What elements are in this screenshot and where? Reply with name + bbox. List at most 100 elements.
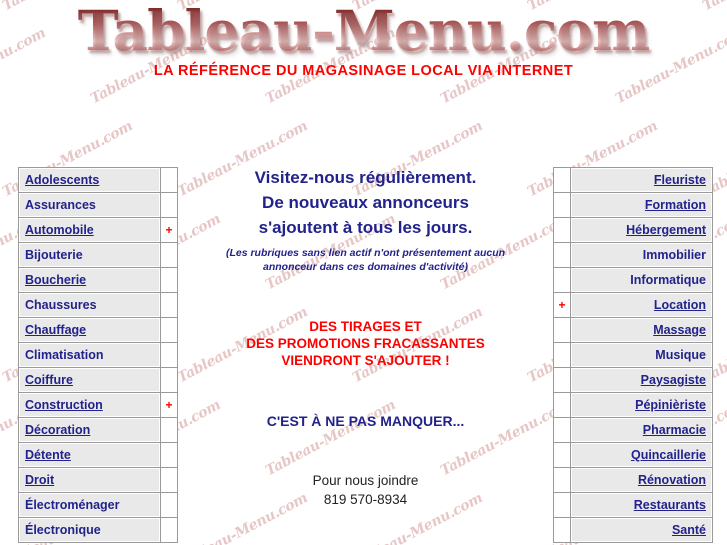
- sub-category-expand-marker: [161, 368, 177, 392]
- main-layout: Adolescents Assurances Automobile + Bijouter…: [0, 167, 727, 543]
- menu-item-label[interactable]: Paysagiste: [641, 373, 706, 387]
- sub-category-expand-marker[interactable]: +: [554, 293, 570, 317]
- menu-item-label[interactable]: Santé: [672, 523, 706, 537]
- menu-item-label[interactable]: Quincaillerie: [631, 448, 706, 462]
- menu-row: Chaussures: [19, 293, 177, 317]
- menu-item-label: Assurances: [25, 198, 96, 212]
- headline-line-1: Visitez-nous régulièrement.: [254, 168, 477, 187]
- sub-category-expand-marker: [554, 468, 570, 492]
- promo-line-3: VIENDRONT S'AJOUTER !: [281, 353, 450, 368]
- menu-item-label[interactable]: Adolescents: [25, 173, 99, 187]
- sub-category-expand-marker: [161, 268, 177, 292]
- menu-item-boucherie[interactable]: Boucherie: [19, 268, 160, 292]
- promo-line-2: DES PROMOTIONS FRACASSANTES: [246, 336, 485, 351]
- menu-item-label[interactable]: Massage: [653, 323, 706, 337]
- menu-item-label[interactable]: Détente: [25, 448, 71, 462]
- menu-row: Assurances: [19, 193, 177, 217]
- left-category-menu: Adolescents Assurances Automobile + Bijouter…: [18, 167, 178, 543]
- sub-category-expand-marker: [161, 418, 177, 442]
- menu-row: Fleuriste: [554, 168, 712, 192]
- menu-item-detente[interactable]: Détente: [19, 443, 160, 467]
- sub-category-expand-marker: [161, 343, 177, 367]
- menu-row: Pharmacie: [554, 418, 712, 442]
- menu-item-restaurants[interactable]: Restaurants: [571, 493, 712, 517]
- menu-row: Hébergement: [554, 218, 712, 242]
- menu-item-droit[interactable]: Droit: [19, 468, 160, 492]
- menu-row: Détente: [19, 443, 177, 467]
- contact-phone: 819 570-8934: [323, 492, 408, 507]
- menu-item-label[interactable]: Pharmacie: [643, 423, 706, 437]
- menu-item-massage[interactable]: Massage: [571, 318, 712, 342]
- sub-category-expand-marker: [161, 318, 177, 342]
- menu-item-adolescents[interactable]: Adolescents: [19, 168, 160, 192]
- sub-category-expand-marker: [161, 243, 177, 267]
- promo-line-1: DES TIRAGES ET: [309, 319, 422, 334]
- menu-row: Chauffage: [19, 318, 177, 342]
- menu-item-coiffure[interactable]: Coiffure: [19, 368, 160, 392]
- menu-row: Quincaillerie: [554, 443, 712, 467]
- menu-item-label[interactable]: Droit: [25, 473, 54, 487]
- menu-item-label: Informatique: [630, 273, 706, 287]
- sub-category-expand-marker: [554, 368, 570, 392]
- menu-item-chauffage[interactable]: Chauffage: [19, 318, 160, 342]
- sub-category-expand-marker: [161, 443, 177, 467]
- tagline-text: C'EST À NE PAS MANQUER...: [266, 413, 465, 429]
- menu-item-label: Musique: [655, 348, 706, 362]
- menu-item-label[interactable]: Chauffage: [25, 323, 86, 337]
- menu-item-label[interactable]: Restaurants: [634, 498, 706, 512]
- menu-item-decoration[interactable]: Décoration: [19, 418, 160, 442]
- menu-item-sante[interactable]: Santé: [571, 518, 712, 542]
- menu-row: Immobilier: [554, 243, 712, 267]
- menu-item-chaussures: Chaussures: [19, 293, 160, 317]
- menu-item-immobilier: Immobilier: [571, 243, 712, 267]
- sub-category-expand-marker: [554, 343, 570, 367]
- menu-item-bijouterie: Bijouterie: [19, 243, 160, 267]
- sub-category-expand-marker: [161, 293, 177, 317]
- menu-item-label[interactable]: Pépinièriste: [635, 398, 706, 412]
- menu-item-construction[interactable]: Construction: [19, 393, 160, 417]
- menu-row: Coiffure: [19, 368, 177, 392]
- menu-item-location[interactable]: Location: [571, 293, 712, 317]
- menu-item-formation[interactable]: Formation: [571, 193, 712, 217]
- menu-row: Décoration: [19, 418, 177, 442]
- menu-item-label[interactable]: Rénovation: [638, 473, 706, 487]
- menu-row: Rénovation: [554, 468, 712, 492]
- menu-item-label[interactable]: Coiffure: [25, 373, 73, 387]
- menu-item-automobile[interactable]: Automobile: [19, 218, 160, 242]
- menu-item-label[interactable]: Fleuriste: [654, 173, 706, 187]
- menu-row: Droit: [19, 468, 177, 492]
- menu-item-label[interactable]: Location: [654, 298, 706, 312]
- menu-item-paysagiste[interactable]: Paysagiste: [571, 368, 712, 392]
- menu-item-renovation[interactable]: Rénovation: [571, 468, 712, 492]
- sub-category-expand-marker[interactable]: +: [161, 218, 177, 242]
- menu-item-pharmacie[interactable]: Pharmacie: [571, 418, 712, 442]
- menu-row: Boucherie: [19, 268, 177, 292]
- menu-row: Santé: [554, 518, 712, 542]
- menu-item-electromenager: Électroménager: [19, 493, 160, 517]
- menu-item-label[interactable]: Automobile: [25, 223, 94, 237]
- menu-row: Climatisation: [19, 343, 177, 367]
- sub-category-expand-marker[interactable]: +: [161, 393, 177, 417]
- menu-item-electronique: Électronique: [19, 518, 160, 542]
- menu-item-label[interactable]: Décoration: [25, 423, 90, 437]
- menu-item-informatique: Informatique: [571, 268, 712, 292]
- menu-item-assurances: Assurances: [19, 193, 160, 217]
- menu-item-fleuriste[interactable]: Fleuriste: [571, 168, 712, 192]
- menu-item-pepinieriste[interactable]: Pépinièriste: [571, 393, 712, 417]
- menu-item-label: Électroménager: [25, 498, 120, 512]
- sub-category-expand-marker: [554, 268, 570, 292]
- sub-category-expand-marker: [161, 518, 177, 542]
- menu-item-label[interactable]: Boucherie: [25, 273, 86, 287]
- menu-row: Électroménager: [19, 493, 177, 517]
- menu-item-label[interactable]: Hébergement: [626, 223, 706, 237]
- sub-category-expand-marker: [554, 168, 570, 192]
- menu-item-musique: Musique: [571, 343, 712, 367]
- menu-item-label[interactable]: Formation: [645, 198, 706, 212]
- menu-item-quincaillerie[interactable]: Quincaillerie: [571, 443, 712, 467]
- menu-item-hebergement[interactable]: Hébergement: [571, 218, 712, 242]
- menu-row: Pépinièriste: [554, 393, 712, 417]
- menu-row: Adolescents: [19, 168, 177, 192]
- menu-item-label[interactable]: Construction: [25, 398, 103, 412]
- headline-line-2: De nouveaux annonceurs: [262, 193, 469, 212]
- menu-item-label: Électronique: [25, 523, 101, 537]
